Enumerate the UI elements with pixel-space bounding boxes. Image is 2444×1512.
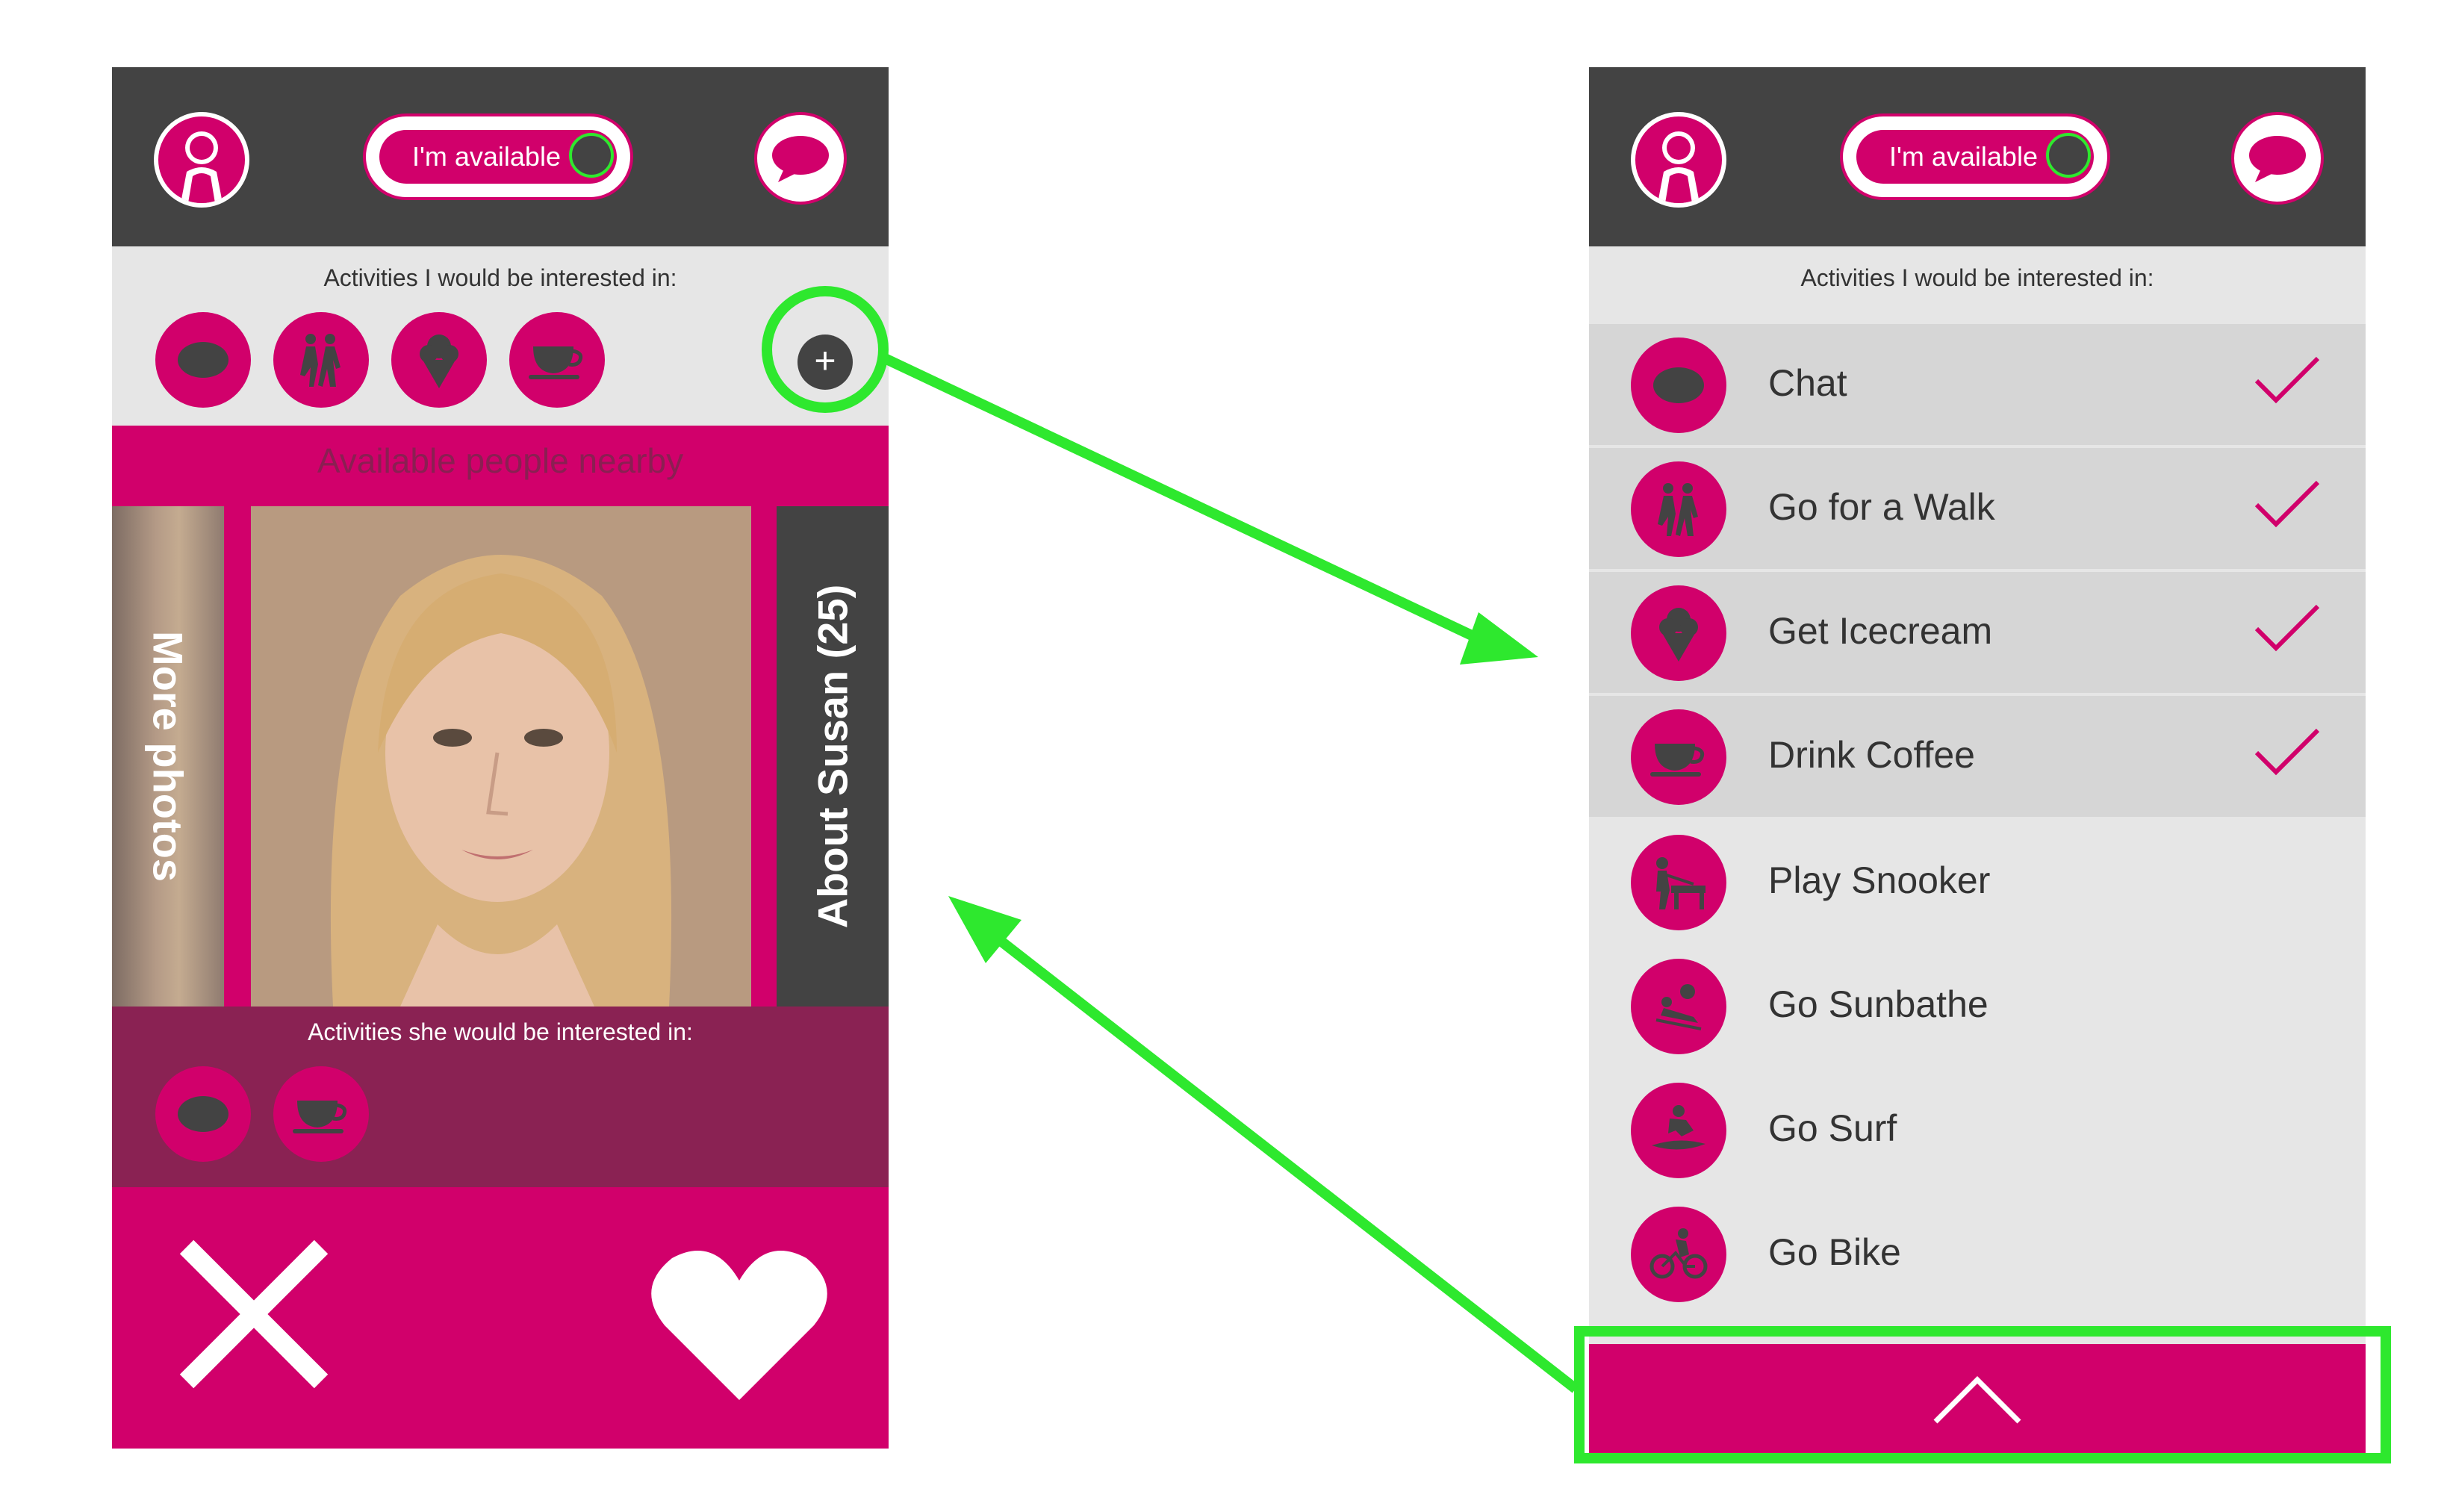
arrow-to-activity-list	[883, 353, 1538, 665]
arrow-back-to-profile	[948, 896, 1579, 1393]
flow-arrows	[883, 353, 1579, 1393]
